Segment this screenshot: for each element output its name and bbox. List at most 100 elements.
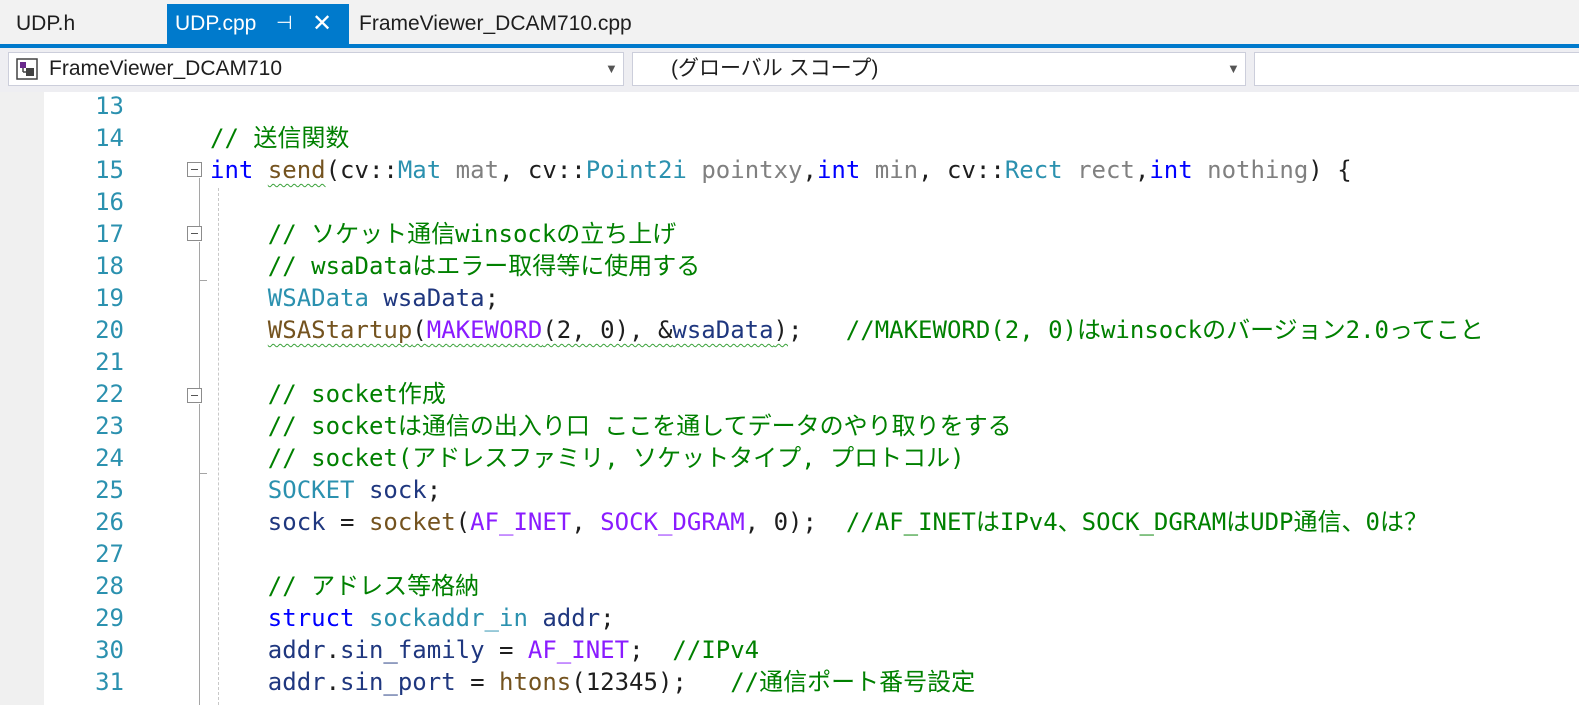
code-token: . xyxy=(325,636,341,664)
code-token: // socket(アドレスファミリ, ソケットタイプ, プロトコル) xyxy=(210,444,965,472)
code-token: = xyxy=(484,636,528,664)
code-token: addr xyxy=(267,668,326,696)
code-token: MAKEWORD xyxy=(426,316,543,344)
code-token: = xyxy=(325,508,369,536)
code-token: pointxy xyxy=(701,156,803,184)
code-token: int xyxy=(816,156,861,184)
scope-dropdown[interactable]: (グローバル スコープ) ▼ xyxy=(632,52,1246,86)
chevron-down-icon[interactable]: ▼ xyxy=(1227,53,1240,85)
line-number: 14 xyxy=(95,124,124,152)
code-token: sock xyxy=(368,476,427,504)
code-line[interactable]: SOCKET sock; xyxy=(210,474,441,506)
code-token: Rect xyxy=(1004,156,1063,184)
code-token: //通信ポート番号設定 xyxy=(730,668,976,696)
code-token: (2, 0), & xyxy=(542,316,673,344)
code-line[interactable]: WSAStartup(MAKEWORD(2, 0), &wsaData); //… xyxy=(210,314,1484,346)
code-token: // 送信関数 xyxy=(210,124,350,152)
code-token: (12345); xyxy=(571,668,731,696)
line-number: 23 xyxy=(95,412,124,440)
code-token: int xyxy=(210,156,254,184)
code-token: , xyxy=(1134,156,1150,184)
code-line[interactable]: // socket作成 xyxy=(210,378,446,410)
code-token: , xyxy=(571,508,601,536)
scope-name: (グローバル スコープ) xyxy=(671,57,879,80)
chevron-down-icon[interactable]: ▼ xyxy=(605,53,618,85)
line-number: 31 xyxy=(95,668,124,696)
code-line[interactable]: // socket(アドレスファミリ, ソケットタイプ, プロトコル) xyxy=(210,442,965,474)
tab-udp-cpp[interactable]: UDP.cpp ⊣ ✕ xyxy=(167,4,349,44)
code-line[interactable]: // socketは通信の出入り口 ここを通してデータのやり取りをする xyxy=(210,410,1012,442)
collapse-icon[interactable] xyxy=(187,388,202,403)
code-token: sockaddr_in xyxy=(368,604,528,632)
code-line[interactable]: int send(cv::Mat mat, cv::Point2i pointx… xyxy=(210,154,1352,186)
code-token: ( xyxy=(455,508,471,536)
code-token: (cv:: xyxy=(325,156,398,184)
tab-label: UDP.cpp xyxy=(175,12,257,35)
code-line[interactable]: // アドレス等格納 xyxy=(210,570,479,602)
code-token: ) { xyxy=(1308,156,1352,184)
tab-frameviewer-cpp[interactable]: FrameViewer_DCAM710.cpp xyxy=(359,4,632,44)
code-line[interactable]: addr.sin_port = htons(12345); //通信ポート番号設… xyxy=(210,666,975,698)
line-number: 27 xyxy=(95,540,124,568)
line-number: 13 xyxy=(95,92,124,120)
line-number: 20 xyxy=(95,316,124,344)
code-token: wsaData xyxy=(383,284,485,312)
code-token: int xyxy=(1149,156,1193,184)
code-token: addr xyxy=(267,636,326,664)
line-number: 30 xyxy=(95,636,124,664)
code-line[interactable]: struct sockaddr_in addr; xyxy=(210,602,615,634)
code-token: AF_INET xyxy=(527,636,630,664)
project-dropdown[interactable]: FrameViewer_DCAM710 ▼ xyxy=(8,52,624,86)
pin-icon[interactable]: ⊣ xyxy=(276,4,293,44)
line-number: 25 xyxy=(95,476,124,504)
code-token: sin_port xyxy=(340,668,456,696)
code-line[interactable]: sock = socket(AF_INET, SOCK_DGRAM, 0); /… xyxy=(210,506,1428,538)
code-token: //MAKEWORD(2, 0)はwinsockのバージョン2.0ってこと xyxy=(845,316,1484,344)
code-line[interactable]: addr.sin_family = AF_INET; //IPv4 xyxy=(210,634,759,666)
code-token: wsaData xyxy=(672,316,774,344)
code-token: , xyxy=(802,156,817,184)
code-line[interactable]: WSAData wsaData; xyxy=(210,282,499,314)
code-editor[interactable]: 13 14 15 16 17 18 19 20 21 22 23 24 25 26 27 28 29 30 31 /… xyxy=(0,92,1579,705)
outline-end xyxy=(199,473,207,474)
code-token: htons xyxy=(499,668,572,696)
code-token: , cv:: xyxy=(918,156,1005,184)
code-token: // アドレス等格納 xyxy=(210,572,480,600)
code-token: AF_INET xyxy=(470,508,572,536)
code-token: ; xyxy=(484,284,500,312)
indicator-margin xyxy=(0,92,44,705)
code-token: //IPv4 xyxy=(672,636,760,664)
code-token: ) xyxy=(773,316,788,344)
line-number: 21 xyxy=(95,348,124,376)
code-token: socket xyxy=(368,508,456,536)
code-token: ; xyxy=(426,476,442,504)
document-tab-strip: UDP.h UDP.cpp ⊣ ✕ FrameViewer_DCAM710.cp… xyxy=(0,0,1579,44)
code-line[interactable]: // ソケット通信winsockの立ち上げ xyxy=(210,218,677,250)
code-line[interactable]: // 送信関数 xyxy=(210,122,349,154)
close-icon[interactable]: ✕ xyxy=(312,4,332,44)
code-token: ; xyxy=(788,316,846,344)
collapse-icon[interactable] xyxy=(187,162,202,177)
tab-udp-h[interactable]: UDP.h xyxy=(16,4,75,44)
code-token: , cv:: xyxy=(499,156,586,184)
code-token: sock xyxy=(267,508,326,536)
code-token: //AF_INETはIPv4、SOCK_DGRAMはUDP通信、0は？ xyxy=(845,508,1428,536)
code-line[interactable]: // wsaDataはエラー取得等に使用する xyxy=(210,250,701,282)
code-token: nothing xyxy=(1207,156,1309,184)
member-dropdown[interactable] xyxy=(1254,52,1579,86)
collapse-icon[interactable] xyxy=(187,226,202,241)
code-token: Point2i xyxy=(585,156,687,184)
code-token: WSAStartup xyxy=(267,316,413,344)
code-token: SOCK_DGRAM xyxy=(600,508,745,536)
